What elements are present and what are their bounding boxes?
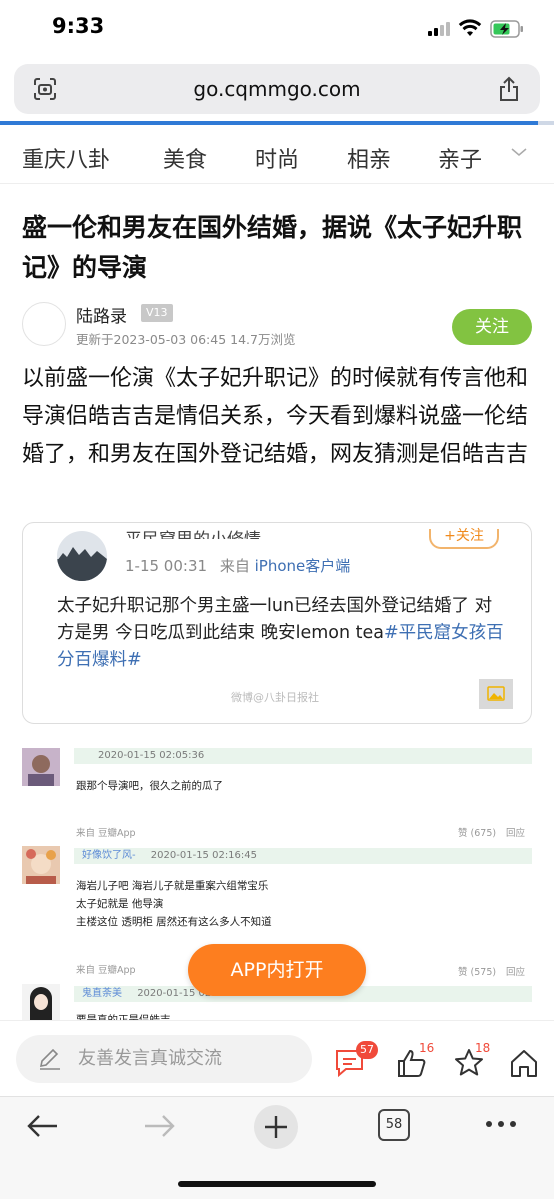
forum-post-2-line-3: 主楼这位 透明柜 居然还有这么多人不知道 [76, 916, 272, 928]
favorites-count: 18 [475, 1041, 491, 1055]
forum-post-1-header: 2020-01-15 02:05:36 [74, 748, 532, 764]
comments-count-badge: 57 [356, 1041, 378, 1059]
forum-post-2-line-2: 太子妃就是 他导演 [76, 898, 164, 910]
chevron-down-icon[interactable] [510, 146, 528, 158]
forum-post-2-user: 好像饮了风- [82, 850, 136, 861]
wifi-icon [458, 19, 482, 36]
cellular-signal-icon [428, 22, 450, 36]
forum-avatar-2 [22, 846, 60, 884]
weibo-source-prefix: 来自 [219, 557, 250, 575]
forum-post-3-source: 来自 豆瓣App [76, 965, 136, 976]
forum-post-2-time: 2020-01-15 02:16:45 [150, 850, 258, 861]
pencil-icon [39, 1048, 60, 1070]
home-indicator [178, 1181, 376, 1187]
forum-avatar-3 [22, 984, 60, 1020]
weibo-time: 1-15 00:31 [125, 557, 208, 575]
forum-post-2-source: 来自 豆瓣App [76, 828, 136, 839]
forum-post-3-like: 赞 (575) [458, 967, 497, 978]
open-in-app-button[interactable]: APP内打开 [188, 944, 366, 996]
status-time: 9:33 [52, 14, 105, 38]
forum-post-3-line-1: 要是真的正是侣皓吉 [76, 1014, 171, 1020]
image-thumbnail-icon [479, 679, 513, 709]
more-dots-icon[interactable] [484, 1119, 518, 1129]
nav-item-food[interactable]: 美食 [163, 142, 207, 174]
back-arrow-icon[interactable] [26, 1113, 60, 1139]
follow-button[interactable]: 关注 [452, 309, 532, 345]
likes-count: 16 [419, 1041, 435, 1055]
weibo-user-name: 平民窟里的小修情 [125, 525, 261, 539]
screen: 9:33 go.cqmmgo.com 重庆八卦 美食 时尚 相亲 亲子 盛一伦和… [0, 0, 554, 1199]
weibo-follow-button: +关注 [429, 529, 499, 549]
embedded-weibo-image[interactable]: 平民窟里的小修情 +关注 1-15 00:31 来自 iPhone客户端 太子妃… [22, 522, 532, 724]
forum-post-3-reply: 回应 [506, 967, 526, 978]
forum-post-2-header: 好像饮了风- 2020-01-15 02:16:45 [74, 848, 532, 864]
weibo-watermark: 微博@八卦日报社 [231, 691, 319, 704]
nav-item-chongqing-gossip[interactable]: 重庆八卦 [22, 142, 110, 174]
forum-post-2-reply: 回应 [506, 828, 526, 839]
article-title: 盛一伦和男友在国外结婚，据说《太子妃升职记》的导演 [22, 213, 523, 282]
forum-avatar-1 [22, 748, 60, 786]
level-badge: V13 [141, 304, 173, 322]
url-text[interactable]: go.cqmmgo.com [14, 64, 540, 114]
page-load-progress-rest [538, 121, 554, 125]
forum-post-3-user: 鬼直荼美 [82, 988, 122, 999]
weibo-text: 太子妃升职记那个男主盛一lun已经去国外登记结婚了 对方是男 今日吃瓜到此结束 … [57, 593, 509, 674]
share-icon[interactable] [498, 76, 520, 102]
plus-icon [265, 1116, 287, 1138]
weibo-source: iPhone客户端 [254, 557, 351, 575]
battery-charging-icon [490, 20, 523, 38]
author-name[interactable]: 陆路录 [76, 302, 127, 327]
home-icon[interactable] [508, 1047, 540, 1079]
forum-post-2-like: 赞 (675) [458, 828, 497, 839]
address-bar[interactable]: go.cqmmgo.com [14, 64, 540, 114]
weibo-meta: 1-15 00:31 来自 iPhone客户端 [125, 555, 350, 576]
new-tab-button[interactable] [254, 1105, 298, 1149]
comment-placeholder: 友善发言真诚交流 [78, 1048, 222, 1069]
weibo-avatar [57, 531, 107, 581]
nav-item-fashion[interactable]: 时尚 [255, 142, 299, 174]
nav-item-parenting[interactable]: 亲子 [438, 142, 482, 174]
tabs-count-button[interactable]: 58 [378, 1109, 410, 1141]
forum-post-1-text: 跟那个导演吧，很久之前的瓜了 [76, 780, 223, 792]
forum-post-2-line-1: 海岩儿子吧 海岩儿子就是重案六组常宝乐 [76, 880, 269, 892]
page-load-progress [0, 121, 554, 125]
forward-arrow-icon[interactable] [142, 1113, 176, 1139]
author-avatar[interactable] [22, 302, 66, 346]
comment-input[interactable]: 友善发言真诚交流 [16, 1035, 312, 1083]
forum-post-1-time: 2020-01-15 02:05:36 [98, 750, 205, 761]
article-meta: 更新于2023-05-03 06:45 14.7万浏览 [76, 332, 296, 347]
category-nav: 重庆八卦 美食 时尚 相亲 亲子 [0, 126, 554, 184]
article-body: 以前盛一伦演《太子妃升职记》的时候就有传言他和导演侣皓吉吉是情侣关系，今天看到爆… [22, 366, 529, 467]
comment-bar: 友善发言真诚交流 57 16 18 [0, 1020, 554, 1096]
nav-item-dating[interactable]: 相亲 [347, 142, 391, 174]
